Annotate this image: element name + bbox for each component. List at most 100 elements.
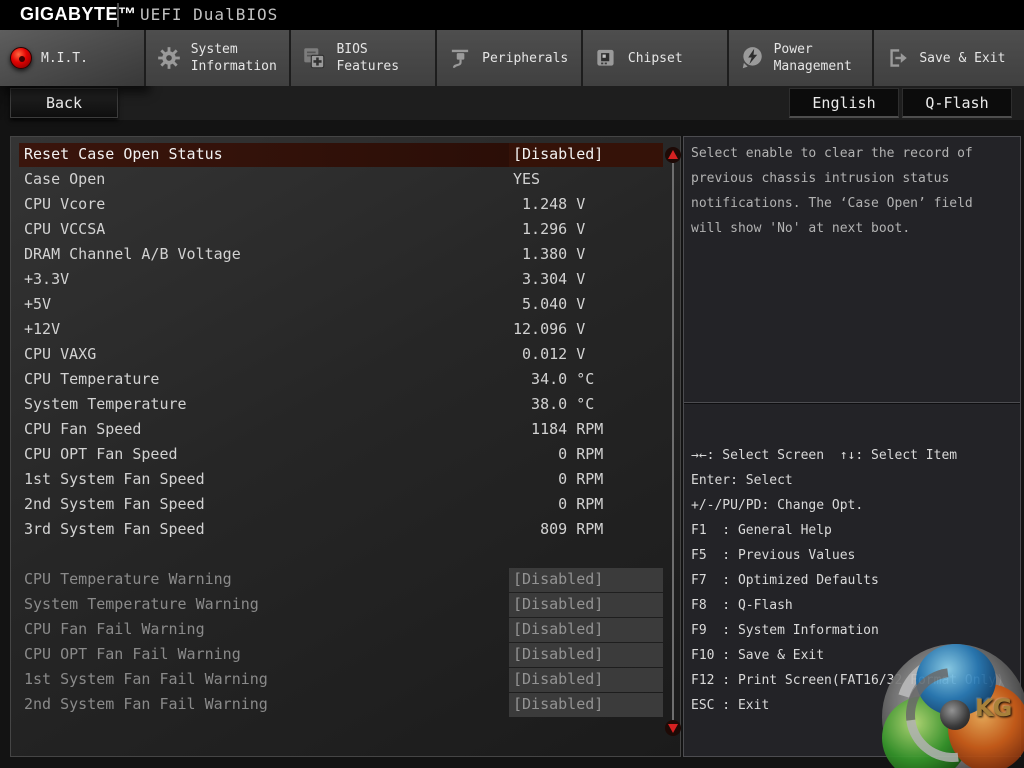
setting-label: CPU VAXG xyxy=(19,343,509,367)
setting-value: 1.380 V xyxy=(509,243,663,267)
back-button[interactable]: Back xyxy=(10,88,118,118)
table-row[interactable]: DRAM Channel A/B Voltage 1.380 V xyxy=(11,243,682,267)
gear-icon xyxy=(156,45,182,71)
kitguru-watermark-logo: KG xyxy=(880,642,1024,768)
setting-value: [Disabled] xyxy=(509,693,663,717)
scroll-up-button[interactable] xyxy=(665,147,681,163)
gigabyte-logo: GIGABYTE™ xyxy=(20,4,137,25)
table-row[interactable]: 1st System Fan Fail Warning[Disabled] xyxy=(11,668,682,692)
setting-label: CPU Temperature Warning xyxy=(19,568,509,592)
setting-value: [Disabled] xyxy=(509,643,663,667)
tab-save-exit[interactable]: Save & Exit xyxy=(874,30,1024,86)
setting-label: DRAM Channel A/B Voltage xyxy=(19,243,509,267)
tab-system-information[interactable]: System Information xyxy=(146,30,292,86)
tab-label: Peripherals xyxy=(482,50,578,67)
setting-label: 1st System Fan Fail Warning xyxy=(19,668,509,692)
scroll-down-icon xyxy=(668,724,678,733)
tab-label: Save & Exit xyxy=(919,50,1015,67)
table-row[interactable]: System Temperature 38.0 °C xyxy=(11,393,682,417)
setting-value: 0 RPM xyxy=(509,468,663,492)
setting-value: [Disabled] xyxy=(509,593,663,617)
table-row[interactable]: +12V12.096 V xyxy=(11,318,682,342)
table-row[interactable]: 2nd System Fan Fail Warning[Disabled] xyxy=(11,693,682,717)
setting-label: CPU OPT Fan Fail Warning xyxy=(19,643,509,667)
setting-value: 12.096 V xyxy=(509,318,663,342)
topbar-divider xyxy=(117,3,119,27)
toolbar: Back English Q-Flash xyxy=(0,86,1024,120)
scroll-down-button[interactable] xyxy=(665,720,681,736)
table-row[interactable]: 1st System Fan Speed 0 RPM xyxy=(11,468,682,492)
setting-label: +12V xyxy=(19,318,509,342)
setting-label: System Temperature xyxy=(19,393,509,417)
setting-label: CPU Temperature xyxy=(19,368,509,392)
setting-label: +3.3V xyxy=(19,268,509,292)
table-row[interactable]: +3.3V 3.304 V xyxy=(11,268,682,292)
table-row[interactable]: CPU OPT Fan Fail Warning[Disabled] xyxy=(11,643,682,667)
tab-bios-features[interactable]: BIOS Features xyxy=(291,30,437,86)
table-row[interactable]: CPU Fan Fail Warning[Disabled] xyxy=(11,618,682,642)
setting-value: YES xyxy=(509,168,663,192)
save-exit-icon xyxy=(884,45,910,71)
setting-label: CPU OPT Fan Speed xyxy=(19,443,509,467)
setting-label: Case Open xyxy=(19,168,509,192)
setting-value: 0 RPM xyxy=(509,493,663,517)
table-row[interactable]: CPU Temperature 34.0 °C xyxy=(11,368,682,392)
table-row[interactable]: Case OpenYES xyxy=(11,168,682,192)
table-row[interactable]: System Temperature Warning[Disabled] xyxy=(11,593,682,617)
kg-text: KG xyxy=(975,694,1011,722)
setting-value: 34.0 °C xyxy=(509,368,663,392)
setting-label: Reset Case Open Status xyxy=(19,143,509,167)
table-row[interactable]: CPU Fan Speed 1184 RPM xyxy=(11,418,682,442)
legend-line: F5 : Previous Values xyxy=(691,543,1019,568)
table-row[interactable]: Reset Case Open Status[Disabled] xyxy=(11,143,682,167)
setting-label: 2nd System Fan Speed xyxy=(19,493,509,517)
legend-line: F8 : Q-Flash xyxy=(691,593,1019,618)
bios-screen: GIGABYTE™ UEFI DualBIOS M.I.T. System In… xyxy=(0,0,1024,768)
tab-bar: M.I.T. System Information BIOS F xyxy=(0,30,1024,86)
tab-label: BIOS Features xyxy=(336,41,432,75)
tab-label: M.I.T. xyxy=(41,50,137,67)
setting-value: 5.040 V xyxy=(509,293,663,317)
setting-value: 3.304 V xyxy=(509,268,663,292)
scrollbar[interactable] xyxy=(672,163,674,721)
table-row[interactable]: 3rd System Fan Speed 809 RPM xyxy=(11,518,682,542)
bios-features-icon xyxy=(301,45,327,71)
setting-label: 3rd System Fan Speed xyxy=(19,518,509,542)
table-row[interactable]: CPU Vcore 1.248 V xyxy=(11,193,682,217)
table-row[interactable]: CPU OPT Fan Speed 0 RPM xyxy=(11,443,682,467)
setting-value: 1.296 V xyxy=(509,218,663,242)
tab-mit[interactable]: M.I.T. xyxy=(0,30,146,86)
language-button[interactable]: English xyxy=(789,88,899,118)
qflash-button[interactable]: Q-Flash xyxy=(902,88,1012,118)
panel-divider xyxy=(684,402,1020,404)
table-row[interactable]: CPU VCCSA 1.296 V xyxy=(11,218,682,242)
setting-value: [Disabled] xyxy=(509,668,663,692)
setting-label: 1st System Fan Speed xyxy=(19,468,509,492)
setting-label: CPU VCCSA xyxy=(19,218,509,242)
tab-label: Power Management xyxy=(774,41,870,75)
table-row[interactable]: CPU Temperature Warning[Disabled] xyxy=(11,568,682,592)
scroll-up-icon xyxy=(668,150,678,159)
kg-core xyxy=(940,700,970,730)
tab-label: System Information xyxy=(191,41,287,75)
tab-peripherals[interactable]: Peripherals xyxy=(437,30,583,86)
legend-line: F7 : Optimized Defaults xyxy=(691,568,1019,593)
tab-power-management[interactable]: Power Management xyxy=(729,30,875,86)
table-row[interactable]: CPU VAXG 0.012 V xyxy=(11,343,682,367)
setting-label: 2nd System Fan Fail Warning xyxy=(19,693,509,717)
setting-value: [Disabled] xyxy=(509,568,663,592)
legend-line: +/-/PU/PD: Change Opt. xyxy=(691,493,1019,518)
settings-panel: Reset Case Open Status[Disabled]Case Ope… xyxy=(10,136,681,757)
setting-value: 1.248 V xyxy=(509,193,663,217)
page-title: UEFI DualBIOS xyxy=(140,5,278,24)
setting-value: [Disabled] xyxy=(509,618,663,642)
table-row[interactable]: 2nd System Fan Speed 0 RPM xyxy=(11,493,682,517)
table-row[interactable]: +5V 5.040 V xyxy=(11,293,682,317)
tab-label: Chipset xyxy=(628,50,724,67)
setting-value: 38.0 °C xyxy=(509,393,663,417)
tab-chipset[interactable]: Chipset xyxy=(583,30,729,86)
setting-label: CPU Fan Fail Warning xyxy=(19,618,509,642)
peripherals-icon xyxy=(447,45,473,71)
legend-line: F1 : General Help xyxy=(691,518,1019,543)
setting-value: 1184 RPM xyxy=(509,418,663,442)
